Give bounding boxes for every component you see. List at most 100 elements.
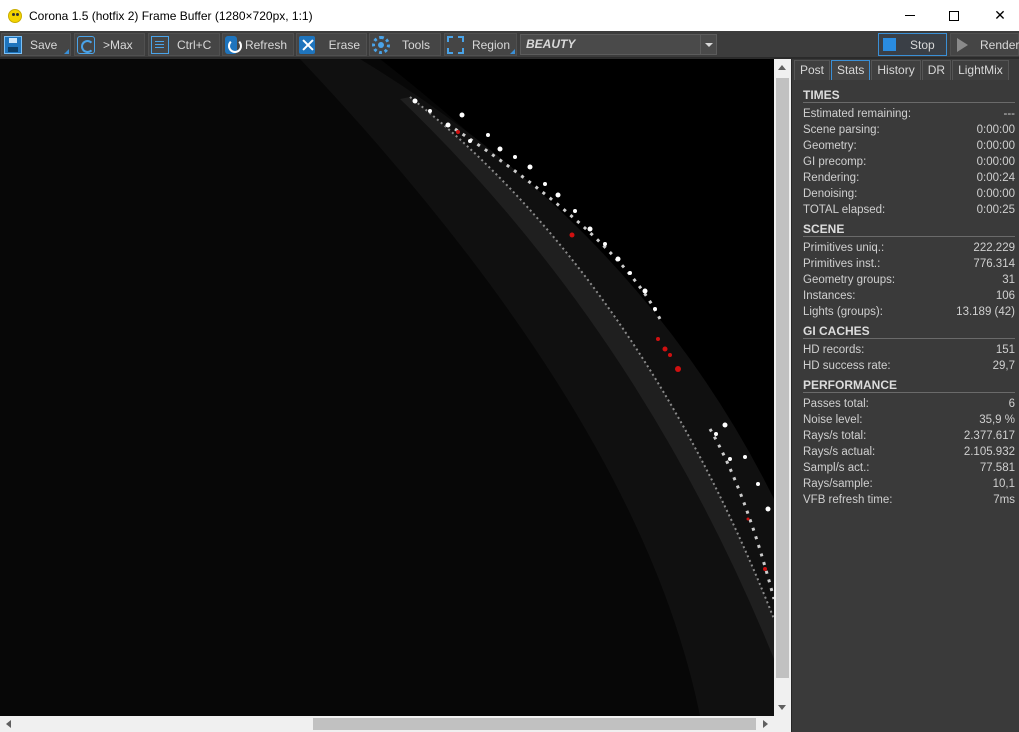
- section-title: GI CACHES: [803, 323, 1015, 339]
- stat-row: Rays/s total: 2.377.617: [803, 428, 1015, 444]
- stat-row: GI precomp: 0:00:00: [803, 154, 1015, 170]
- stat-label: Sampl/s act.:: [803, 462, 870, 474]
- stat-row: Denoising: 0:00:00: [803, 186, 1015, 202]
- stat-value: 776.314: [973, 258, 1015, 270]
- toolbar: Save >Max Ctrl+C Refresh Erase Tools Reg…: [0, 31, 1019, 58]
- vertical-scrollbar[interactable]: [774, 59, 791, 716]
- maximize-button[interactable]: [931, 0, 977, 31]
- stat-value: 0:00:00: [976, 140, 1015, 152]
- scroll-right-icon[interactable]: [757, 716, 774, 732]
- horizontal-scroll-thumb[interactable]: [313, 718, 756, 730]
- scroll-corner: [774, 716, 791, 732]
- stats-panel: TIMES Estimated remaining: --- Scene parsi…: [803, 87, 1015, 511]
- stat-row: Rays/sample: 10,1: [803, 476, 1015, 492]
- stat-value: ---: [1003, 108, 1016, 120]
- scroll-left-icon[interactable]: [0, 716, 17, 732]
- performance-section: PERFORMANCE Passes total: 6 Noise level: 35…: [803, 377, 1015, 508]
- stat-label: GI precomp:: [803, 156, 867, 168]
- render-pass-value: BEAUTY: [526, 37, 576, 51]
- window-title: Corona 1.5 (hotfix 2) Frame Buffer (1280…: [29, 8, 313, 23]
- stat-row: Passes total: 6: [803, 396, 1015, 412]
- stat-row: TOTAL elapsed: 0:00:25: [803, 202, 1015, 218]
- tools-button[interactable]: Tools: [369, 33, 441, 56]
- stat-value: 6: [1008, 398, 1015, 410]
- refresh-button[interactable]: Refresh: [222, 33, 294, 56]
- times-section: TIMES Estimated remaining: --- Scene parsi…: [803, 87, 1015, 218]
- render-label: Render: [980, 37, 1019, 52]
- stat-row: VFB refresh time: 7ms: [803, 492, 1015, 508]
- scroll-down-icon[interactable]: [774, 699, 791, 716]
- section-title: SCENE: [803, 221, 1015, 237]
- stat-value: 29,7: [992, 360, 1015, 372]
- save-icon: [4, 35, 22, 54]
- stat-label: HD records:: [803, 344, 865, 356]
- erase-label: Erase: [328, 37, 360, 52]
- max-icon: [77, 35, 95, 54]
- section-title: TIMES: [803, 87, 1015, 103]
- stat-label: VFB refresh time:: [803, 494, 893, 506]
- stat-row: HD records: 151: [803, 342, 1015, 358]
- side-panel: Post Stats History DR LightMix TIMES Est…: [791, 59, 1019, 732]
- stat-row: Rendering: 0:00:24: [803, 170, 1015, 186]
- stat-value: 151: [995, 344, 1015, 356]
- vertical-scroll-thumb[interactable]: [776, 78, 789, 678]
- panel-tabs: Post Stats History DR LightMix: [794, 60, 1010, 80]
- render-pass-select[interactable]: BEAUTY: [520, 34, 717, 55]
- horizontal-scrollbar[interactable]: [0, 716, 774, 732]
- stat-row: Sampl/s act.: 77.581: [803, 460, 1015, 476]
- copy-icon: [151, 35, 169, 54]
- tab-stats[interactable]: Stats: [831, 60, 871, 80]
- region-button[interactable]: Region: [444, 33, 517, 56]
- tools-icon: [372, 35, 390, 54]
- close-button[interactable]: ✕: [977, 0, 1019, 31]
- save-button[interactable]: Save: [1, 33, 71, 56]
- stat-value: 10,1: [992, 478, 1015, 490]
- stat-row: Instances: 106: [803, 288, 1015, 304]
- stat-label: Instances:: [803, 290, 856, 302]
- stop-button[interactable]: Stop: [878, 33, 947, 56]
- max-label: >Max: [103, 37, 133, 52]
- erase-button[interactable]: Erase: [296, 33, 367, 56]
- copy-button[interactable]: Ctrl+C: [148, 33, 220, 56]
- stat-value: 31: [1002, 274, 1015, 286]
- stat-label: Rays/s actual:: [803, 446, 876, 458]
- stat-value: 0:00:00: [976, 156, 1015, 168]
- stat-row: Estimated remaining: ---: [803, 106, 1015, 122]
- stat-label: Passes total:: [803, 398, 869, 410]
- render-viewport[interactable]: [0, 59, 774, 716]
- stat-row: Scene parsing: 0:00:00: [803, 122, 1015, 138]
- play-icon: [957, 37, 968, 52]
- tab-lightmix[interactable]: LightMix: [952, 60, 1009, 80]
- stat-value: 2.377.617: [963, 430, 1015, 442]
- stop-icon: [883, 38, 896, 51]
- stat-value: 222.229: [973, 242, 1015, 254]
- refresh-label: Refresh: [244, 37, 287, 52]
- stat-label: Rays/s total:: [803, 430, 867, 442]
- render-image: [0, 59, 774, 716]
- tab-history[interactable]: History: [871, 60, 921, 80]
- stat-value: 35,9 %: [979, 414, 1015, 426]
- section-title: PERFORMANCE: [803, 377, 1015, 393]
- stat-value: 7ms: [993, 494, 1015, 506]
- chevron-down-icon[interactable]: [700, 35, 716, 54]
- stat-row: Geometry: 0:00:00: [803, 138, 1015, 154]
- stat-row: Rays/s actual: 2.105.932: [803, 444, 1015, 460]
- minimize-button[interactable]: [887, 0, 933, 31]
- tab-dr[interactable]: DR: [921, 60, 952, 80]
- stat-label: Denoising:: [803, 188, 858, 200]
- maximize-icon: [949, 10, 959, 21]
- erase-icon: [299, 35, 315, 54]
- region-label: Region: [471, 37, 510, 52]
- render-button[interactable]: Render: [950, 33, 1019, 56]
- stat-value: 2.105.932: [963, 446, 1015, 458]
- corona-app-icon: [8, 8, 22, 23]
- stat-label: Scene parsing:: [803, 124, 880, 136]
- stat-label: Lights (groups):: [803, 306, 883, 318]
- stat-label: Geometry:: [803, 140, 857, 152]
- max-button[interactable]: >Max: [74, 33, 145, 56]
- stat-label: Primitives uniq.:: [803, 242, 885, 254]
- tab-post[interactable]: Post: [794, 60, 831, 80]
- stat-value: 0:00:25: [976, 204, 1015, 216]
- scroll-up-icon[interactable]: [774, 59, 791, 76]
- title-bar: Corona 1.5 (hotfix 2) Frame Buffer (1280…: [0, 0, 1019, 31]
